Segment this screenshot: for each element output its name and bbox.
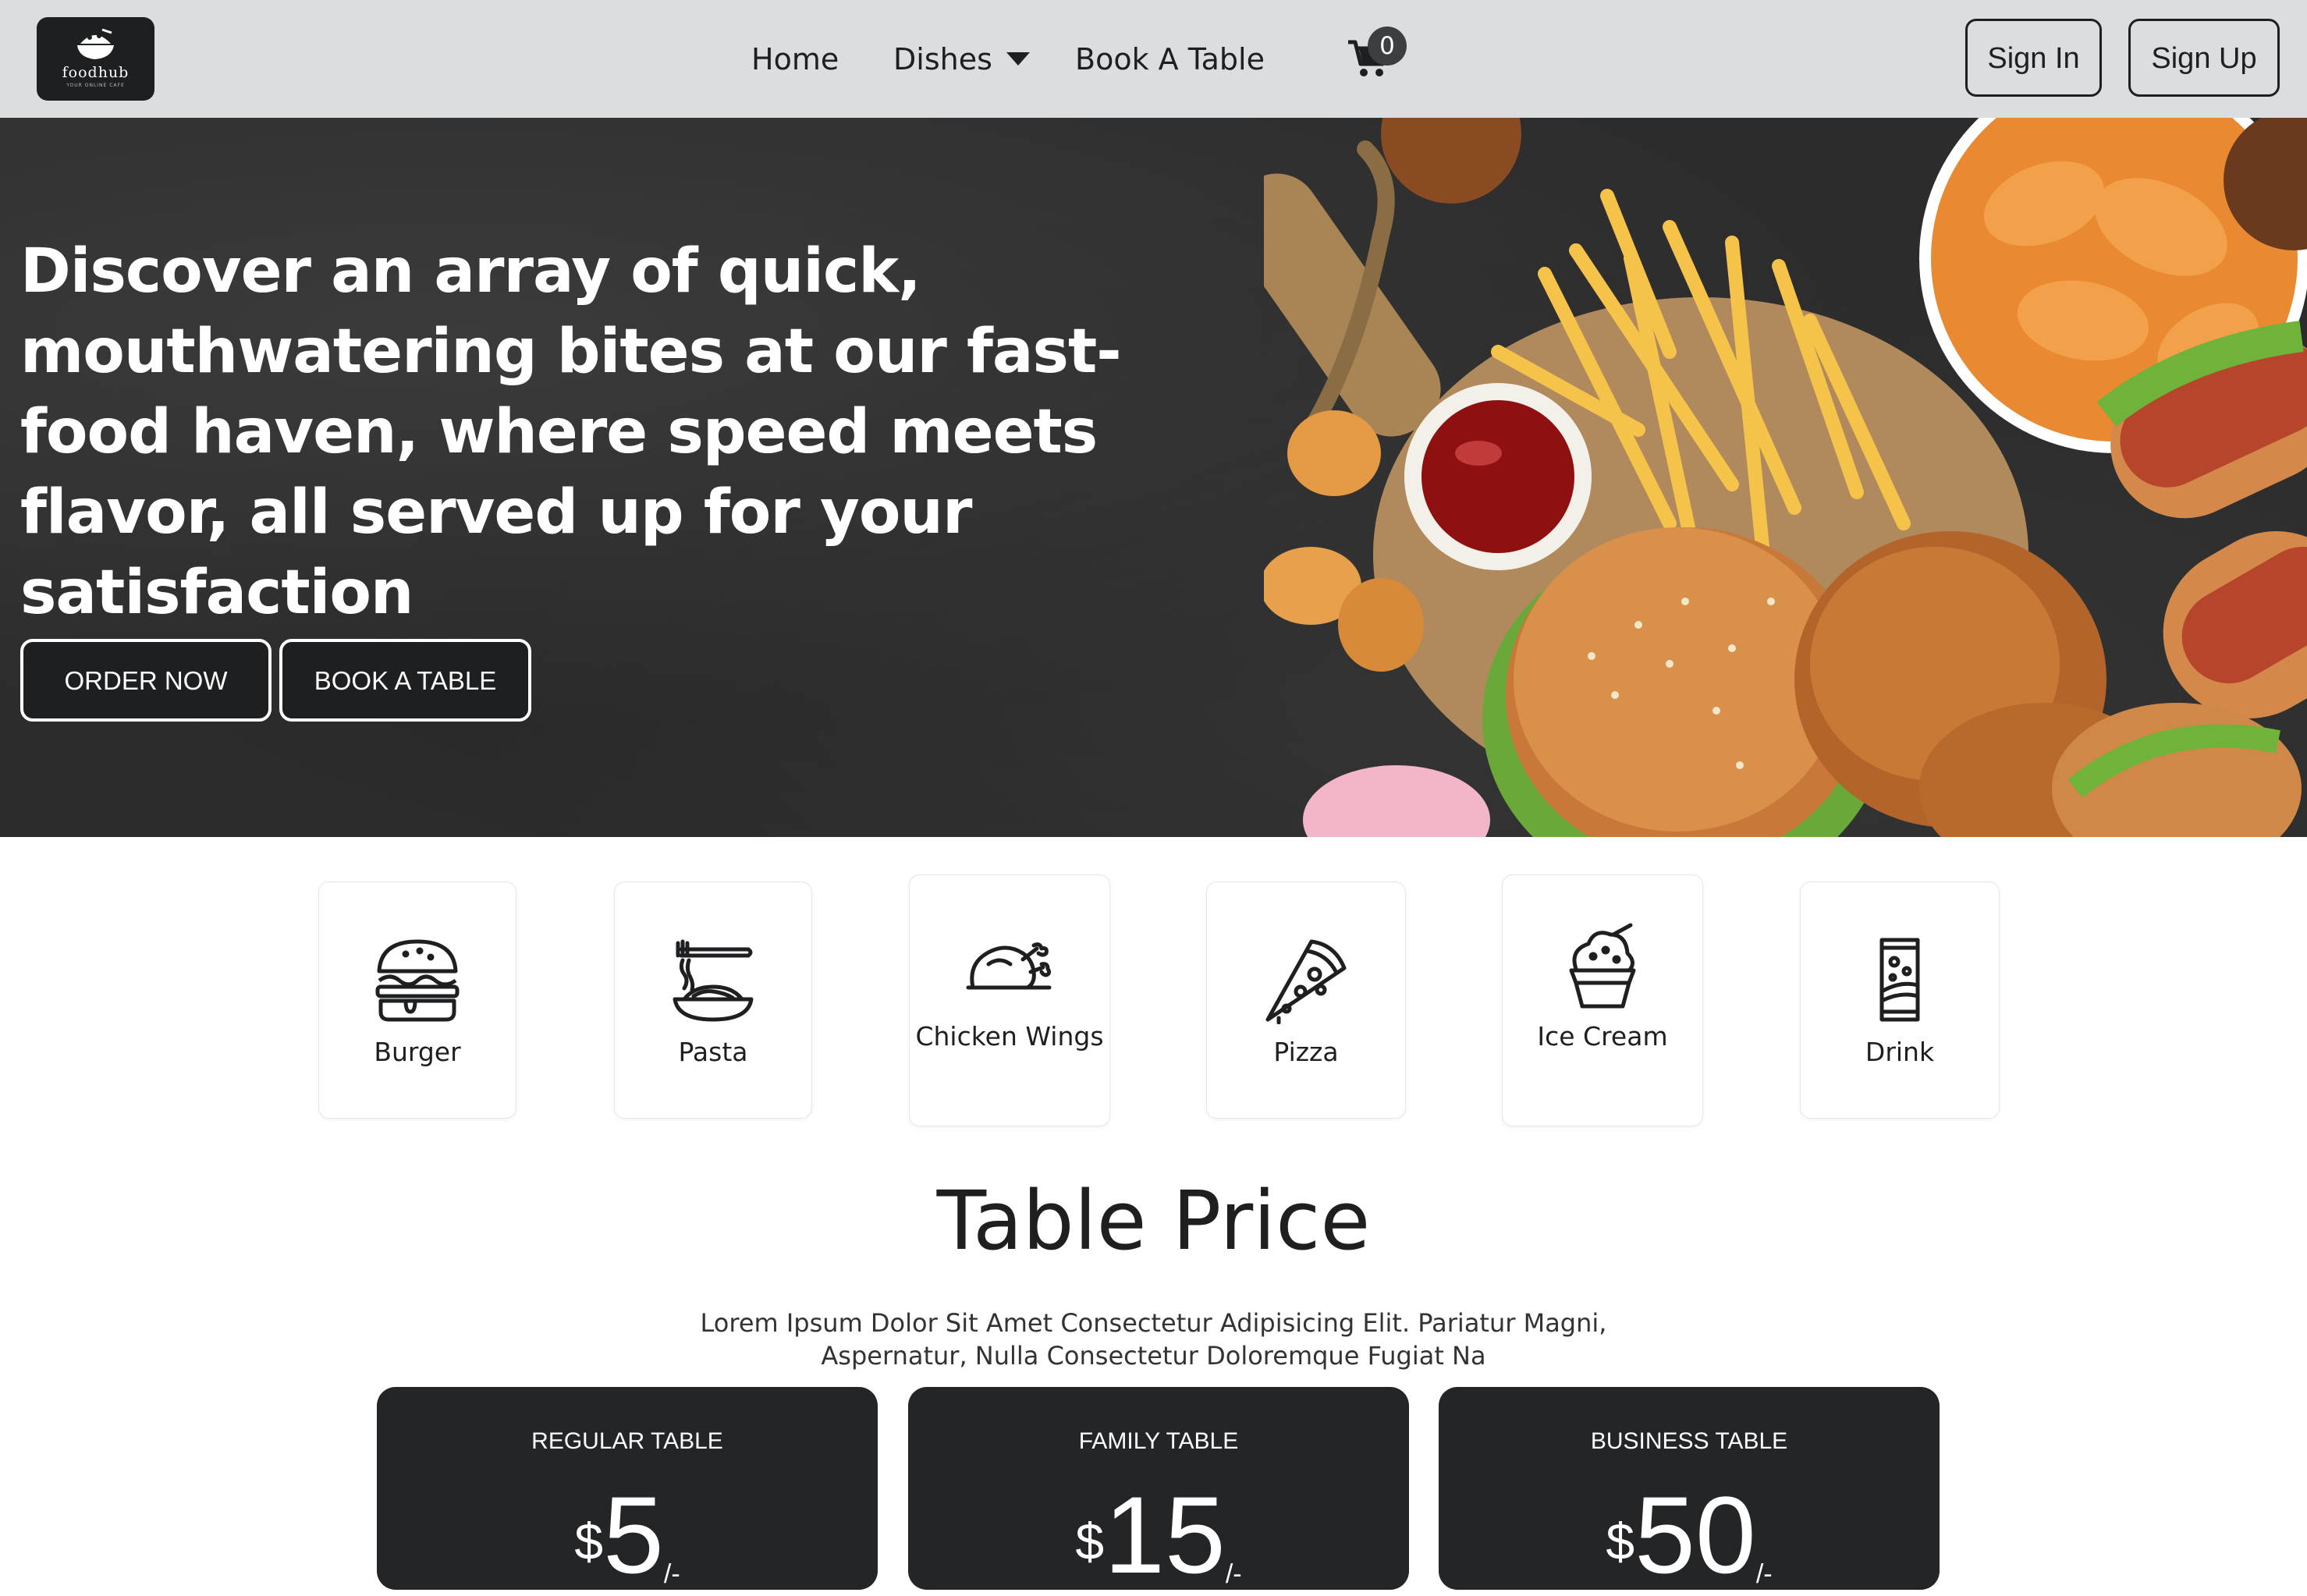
price-card-name: FAMILY TABLE bbox=[1078, 1428, 1239, 1454]
nav-dishes[interactable]: Dishes bbox=[893, 39, 992, 80]
category-label: Pizza bbox=[1273, 1037, 1339, 1067]
logo-tagline: YOUR ONLINE CAFE bbox=[66, 83, 125, 88]
category-label: Drink bbox=[1865, 1037, 1935, 1067]
price-card-name: BUSINESS TABLE bbox=[1590, 1428, 1788, 1454]
ice-cream-icon bbox=[1569, 923, 1636, 1009]
hero-banner: Discover an array of quick, mouthwaterin… bbox=[0, 118, 2307, 837]
price-card-regular[interactable]: REGULAR TABLE $5/- bbox=[377, 1387, 878, 1590]
drink-can-icon bbox=[1879, 938, 1920, 1022]
nav-book-a-table[interactable]: Book A Table bbox=[1075, 39, 1265, 80]
chevron-down-icon[interactable] bbox=[1006, 52, 1030, 66]
price-value: $15/- bbox=[1075, 1474, 1242, 1596]
burger-icon bbox=[375, 939, 460, 1022]
pasta-icon bbox=[673, 939, 754, 1022]
category-card-pizza[interactable]: Pizza bbox=[1206, 881, 1406, 1119]
price-card-family[interactable]: FAMILY TABLE $15/- bbox=[908, 1387, 1409, 1590]
fast-food-image bbox=[1264, 118, 2307, 837]
chicken-icon bbox=[966, 942, 1052, 990]
hero-title: Discover an array of quick, mouthwaterin… bbox=[20, 236, 1122, 628]
category-card-ice-cream[interactable]: Ice Cream bbox=[1502, 874, 1703, 1126]
section-title: Table Price bbox=[936, 1173, 1371, 1268]
category-label: Ice Cream bbox=[1537, 1021, 1668, 1052]
cart-count-badge: 0 bbox=[1368, 27, 1407, 66]
category-label: Pasta bbox=[678, 1037, 748, 1067]
category-card-chicken-wings[interactable]: Chicken Wings bbox=[909, 874, 1110, 1126]
book-a-table-button[interactable]: BOOK A TABLE bbox=[279, 639, 531, 722]
sign-in-button[interactable]: Sign In bbox=[1965, 19, 2102, 97]
logo-name: foodhub bbox=[62, 64, 130, 81]
category-card-burger[interactable]: Burger bbox=[318, 881, 516, 1119]
pizza-icon bbox=[1265, 939, 1347, 1024]
price-value: $50/- bbox=[1606, 1474, 1773, 1596]
price-value: $5/- bbox=[574, 1474, 680, 1596]
category-label: Chicken Wings bbox=[915, 1021, 1104, 1052]
category-card-pasta[interactable]: Pasta bbox=[614, 881, 812, 1119]
category-card-drink[interactable]: Drink bbox=[1800, 881, 2000, 1119]
price-card-name: REGULAR TABLE bbox=[531, 1428, 723, 1454]
sign-up-button[interactable]: Sign Up bbox=[2128, 19, 2280, 97]
nav-home[interactable]: Home bbox=[751, 39, 839, 80]
navbar: foodhub YOUR ONLINE CAFE Home Dishes Boo… bbox=[0, 0, 2307, 118]
price-card-business[interactable]: BUSINESS TABLE $50/- bbox=[1439, 1387, 1940, 1590]
order-now-button[interactable]: ORDER NOW bbox=[20, 639, 272, 722]
section-description: Lorem Ipsum Dolor Sit Amet Consectetur A… bbox=[700, 1308, 1607, 1371]
bowl-logo-icon bbox=[77, 28, 114, 59]
foodhub-logo[interactable]: foodhub YOUR ONLINE CAFE bbox=[37, 17, 154, 101]
category-label: Burger bbox=[374, 1037, 461, 1067]
